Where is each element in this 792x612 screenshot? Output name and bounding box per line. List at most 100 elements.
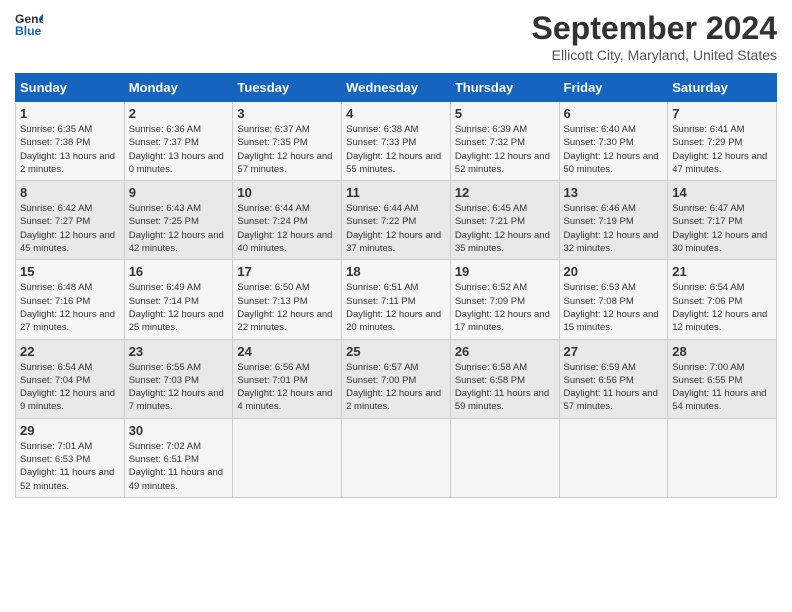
calendar-table: SundayMondayTuesdayWednesdayThursdayFrid… [15, 73, 777, 498]
day-detail: Sunrise: 6:49 AMSunset: 7:14 PMDaylight:… [129, 281, 229, 334]
day-detail: Sunrise: 6:46 AMSunset: 7:19 PMDaylight:… [564, 202, 664, 255]
calendar-cell: 8Sunrise: 6:42 AMSunset: 7:27 PMDaylight… [16, 181, 125, 260]
day-number: 10 [237, 185, 337, 200]
header: General Blue September 2024 Ellicott Cit… [15, 10, 777, 63]
day-number: 28 [672, 344, 772, 359]
day-detail: Sunrise: 6:50 AMSunset: 7:13 PMDaylight:… [237, 281, 337, 334]
day-detail: Sunrise: 6:54 AMSunset: 7:04 PMDaylight:… [20, 361, 120, 414]
month-title: September 2024 [532, 10, 777, 47]
calendar-week-row: 22 Sunrise: 6:54 AMSunset: 7:04 PMDayligh… [16, 339, 777, 418]
day-number: 15 [20, 264, 120, 279]
day-number: 6 [564, 106, 664, 121]
day-detail: Sunrise: 6:57 AMSunset: 7:00 PMDaylight:… [346, 361, 446, 414]
day-number: 22 [20, 344, 120, 359]
day-detail: Sunrise: 6:55 AMSunset: 7:03 PMDaylight:… [129, 361, 229, 414]
header-day-wednesday: Wednesday [342, 74, 451, 102]
calendar-cell: 22 Sunrise: 6:54 AMSunset: 7:04 PMDayligh… [16, 339, 125, 418]
calendar-week-row: 29 Sunrise: 7:01 AMSunset: 6:53 PMDayligh… [16, 418, 777, 497]
day-detail: Sunrise: 6:38 AMSunset: 7:33 PMDaylight:… [346, 123, 446, 176]
header-day-friday: Friday [559, 74, 668, 102]
calendar-week-row: 8Sunrise: 6:42 AMSunset: 7:27 PMDaylight… [16, 181, 777, 260]
day-number: 19 [455, 264, 555, 279]
day-detail: Sunrise: 6:54 AMSunset: 7:06 PMDaylight:… [672, 281, 772, 334]
day-detail: Sunrise: 6:44 AMSunset: 7:24 PMDaylight:… [237, 202, 337, 255]
calendar-cell: 9 Sunrise: 6:43 AMSunset: 7:25 PMDaylight… [124, 181, 233, 260]
calendar-cell [559, 418, 668, 497]
calendar-cell: 20 Sunrise: 6:53 AMSunset: 7:08 PMDayligh… [559, 260, 668, 339]
calendar-cell: 24Sunrise: 6:56 AMSunset: 7:01 PMDayligh… [233, 339, 342, 418]
day-detail: Sunrise: 6:45 AMSunset: 7:21 PMDaylight:… [455, 202, 555, 255]
calendar-cell: 30 Sunrise: 7:02 AMSunset: 6:51 PMDayligh… [124, 418, 233, 497]
calendar-cell: 11Sunrise: 6:44 AMSunset: 7:22 PMDayligh… [342, 181, 451, 260]
day-detail: Sunrise: 6:52 AMSunset: 7:09 PMDaylight:… [455, 281, 555, 334]
day-number: 4 [346, 106, 446, 121]
day-detail: Sunrise: 6:53 AMSunset: 7:08 PMDaylight:… [564, 281, 664, 334]
day-detail: Sunrise: 6:51 AMSunset: 7:11 PMDaylight:… [346, 281, 446, 334]
calendar-cell: 23 Sunrise: 6:55 AMSunset: 7:03 PMDayligh… [124, 339, 233, 418]
calendar-cell: 15Sunrise: 6:48 AMSunset: 7:16 PMDayligh… [16, 260, 125, 339]
calendar-cell: 25 Sunrise: 6:57 AMSunset: 7:00 PMDayligh… [342, 339, 451, 418]
day-number: 23 [129, 344, 229, 359]
day-detail: Sunrise: 7:02 AMSunset: 6:51 PMDaylight:… [129, 440, 229, 493]
calendar-cell: 7 Sunrise: 6:41 AMSunset: 7:29 PMDaylight… [668, 102, 777, 181]
day-number: 5 [455, 106, 555, 121]
day-number: 20 [564, 264, 664, 279]
calendar-cell: 4 Sunrise: 6:38 AMSunset: 7:33 PMDaylight… [342, 102, 451, 181]
calendar-cell: 28 Sunrise: 7:00 AMSunset: 6:55 PMDayligh… [668, 339, 777, 418]
day-number: 21 [672, 264, 772, 279]
calendar-cell: 17 Sunrise: 6:50 AMSunset: 7:13 PMDayligh… [233, 260, 342, 339]
calendar-header-row: SundayMondayTuesdayWednesdayThursdayFrid… [16, 74, 777, 102]
header-day-saturday: Saturday [668, 74, 777, 102]
day-number: 8 [20, 185, 120, 200]
svg-text:Blue: Blue [15, 24, 42, 38]
day-detail: Sunrise: 7:01 AMSunset: 6:53 PMDaylight:… [20, 440, 120, 493]
calendar-cell: 16Sunrise: 6:49 AMSunset: 7:14 PMDayligh… [124, 260, 233, 339]
day-number: 11 [346, 185, 446, 200]
day-number: 7 [672, 106, 772, 121]
calendar-cell [668, 418, 777, 497]
day-number: 25 [346, 344, 446, 359]
title-section: September 2024 Ellicott City, Maryland, … [532, 10, 777, 63]
day-detail: Sunrise: 6:40 AMSunset: 7:30 PMDaylight:… [564, 123, 664, 176]
calendar-cell: 19 Sunrise: 6:52 AMSunset: 7:09 PMDayligh… [450, 260, 559, 339]
day-number: 1 [20, 106, 120, 121]
day-detail: Sunrise: 6:43 AMSunset: 7:25 PMDaylight:… [129, 202, 229, 255]
header-day-tuesday: Tuesday [233, 74, 342, 102]
calendar-cell: 21 Sunrise: 6:54 AMSunset: 7:06 PMDayligh… [668, 260, 777, 339]
header-day-thursday: Thursday [450, 74, 559, 102]
location-title: Ellicott City, Maryland, United States [532, 47, 777, 63]
calendar-cell: 18 Sunrise: 6:51 AMSunset: 7:11 PMDayligh… [342, 260, 451, 339]
day-number: 18 [346, 264, 446, 279]
day-detail: Sunrise: 7:00 AMSunset: 6:55 PMDaylight:… [672, 361, 772, 414]
header-day-sunday: Sunday [16, 74, 125, 102]
header-day-monday: Monday [124, 74, 233, 102]
day-number: 29 [20, 423, 120, 438]
day-detail: Sunrise: 6:39 AMSunset: 7:32 PMDaylight:… [455, 123, 555, 176]
day-number: 30 [129, 423, 229, 438]
day-number: 27 [564, 344, 664, 359]
calendar-cell: 6 Sunrise: 6:40 AMSunset: 7:30 PMDaylight… [559, 102, 668, 181]
calendar-cell: 26Sunrise: 6:58 AMSunset: 6:58 PMDayligh… [450, 339, 559, 418]
day-number: 14 [672, 185, 772, 200]
day-number: 9 [129, 185, 229, 200]
day-number: 13 [564, 185, 664, 200]
day-detail: Sunrise: 6:58 AMSunset: 6:58 PMDaylight:… [455, 361, 555, 414]
day-number: 2 [129, 106, 229, 121]
calendar-cell [450, 418, 559, 497]
calendar-cell: 10 Sunrise: 6:44 AMSunset: 7:24 PMDayligh… [233, 181, 342, 260]
calendar-cell: 5 Sunrise: 6:39 AMSunset: 7:32 PMDaylight… [450, 102, 559, 181]
day-detail: Sunrise: 6:47 AMSunset: 7:17 PMDaylight:… [672, 202, 772, 255]
calendar-week-row: 1Sunrise: 6:35 AMSunset: 7:38 PMDaylight… [16, 102, 777, 181]
calendar-cell: 1Sunrise: 6:35 AMSunset: 7:38 PMDaylight… [16, 102, 125, 181]
calendar-cell [233, 418, 342, 497]
day-number: 3 [237, 106, 337, 121]
day-detail: Sunrise: 6:41 AMSunset: 7:29 PMDaylight:… [672, 123, 772, 176]
day-detail: Sunrise: 6:56 AMSunset: 7:01 PMDaylight:… [237, 361, 337, 414]
day-number: 17 [237, 264, 337, 279]
calendar-cell: 12Sunrise: 6:45 AMSunset: 7:21 PMDayligh… [450, 181, 559, 260]
day-detail: Sunrise: 6:59 AMSunset: 6:56 PMDaylight:… [564, 361, 664, 414]
calendar-cell: 2Sunrise: 6:36 AMSunset: 7:37 PMDaylight… [124, 102, 233, 181]
calendar-cell: 29 Sunrise: 7:01 AMSunset: 6:53 PMDayligh… [16, 418, 125, 497]
logo: General Blue [15, 10, 43, 38]
calendar-cell: 27 Sunrise: 6:59 AMSunset: 6:56 PMDayligh… [559, 339, 668, 418]
